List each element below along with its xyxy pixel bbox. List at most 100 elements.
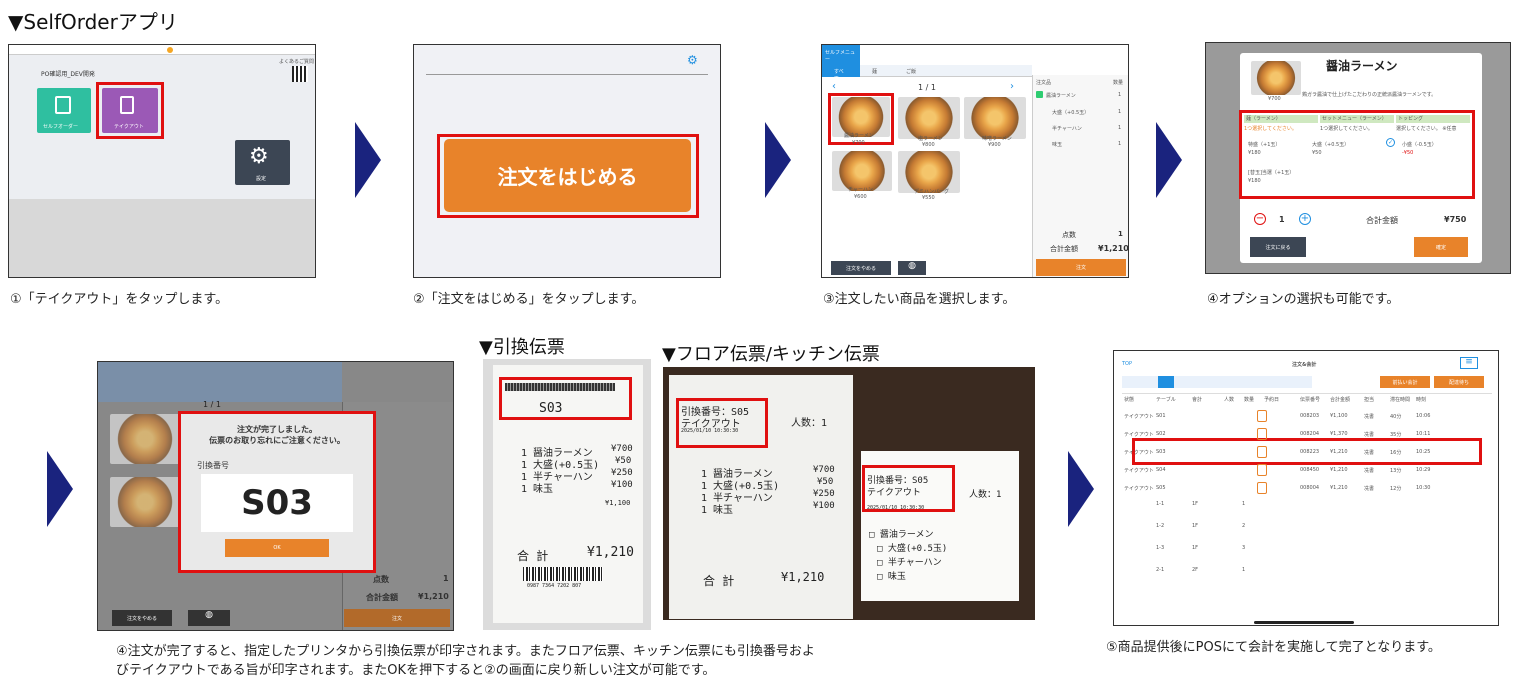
confirm-button[interactable]: 確定 — [1414, 237, 1468, 257]
option-price: -¥50 — [1402, 150, 1414, 156]
table-cell: 40分 — [1390, 414, 1402, 420]
slip-price: ¥100 — [611, 480, 633, 490]
item-name: 味噌ラーメン — [982, 136, 1012, 142]
cancel-order-button[interactable]: 注文をやめる — [112, 610, 172, 626]
menu-icon[interactable]: ≡ — [1460, 357, 1478, 369]
barcode-number: 0987 7364 7202 807 — [527, 583, 582, 589]
caption-5: ④注文が完了すると、指定したプリンタから引換伝票が印字されます。またフロア伝票、… — [116, 642, 1046, 680]
item-photo — [110, 477, 180, 527]
selforder-button[interactable]: セルフオーダー — [37, 88, 91, 133]
slip-price: ¥100 — [813, 501, 835, 511]
prepay-button[interactable]: 前払い会計 — [1380, 376, 1430, 388]
table-cell: S05 — [1156, 485, 1166, 491]
table-cell: ¥1,210 — [1330, 449, 1348, 455]
option-item[interactable]: 特盛（+1玉） — [1248, 141, 1280, 148]
next-page-icon[interactable]: › — [1010, 81, 1014, 92]
cart-header-qty: 数量 — [1113, 80, 1124, 86]
next-arrow-icon — [47, 451, 73, 527]
table-cell: S01 — [1156, 413, 1166, 419]
gear-icon: ⚙ — [249, 144, 269, 169]
col-header: 會計 — [1192, 397, 1203, 403]
prev-page-icon[interactable]: ‹ — [832, 81, 836, 92]
pos-header: 注文&会計 — [1292, 362, 1317, 368]
gear-icon[interactable]: ⚙ — [687, 53, 698, 67]
globe-icon[interactable]: ◍ — [188, 610, 230, 626]
table-cell: 10:11 — [1416, 431, 1431, 437]
takeout-icon — [120, 96, 134, 114]
item-photo[interactable] — [898, 97, 960, 139]
caption-3: ③注文したい商品を選択します。 — [823, 292, 1016, 307]
item-price: ¥600 — [854, 194, 867, 200]
slip-total: ¥1,210 — [587, 545, 634, 560]
start-order-button[interactable]: 注文をはじめる — [444, 139, 691, 212]
ok-button[interactable]: OK — [225, 539, 329, 557]
table-cell: 1-2 — [1156, 523, 1165, 529]
item-photo[interactable] — [964, 97, 1026, 139]
count-value: 1 — [443, 574, 449, 583]
table-cell: テイクアウト — [1124, 432, 1154, 438]
plus-icon[interactable]: + — [1299, 213, 1311, 225]
table-cell: 1F — [1192, 501, 1199, 507]
edit-icon[interactable] — [1036, 91, 1043, 98]
table-cell: S04 — [1156, 467, 1166, 473]
minus-icon[interactable]: − — [1254, 213, 1266, 225]
next-arrow-icon — [765, 122, 791, 198]
exchange-number: S03 — [201, 474, 353, 532]
top-link[interactable]: TOP — [1122, 361, 1132, 367]
option-item[interactable]: 小盛（-0.5玉） — [1402, 141, 1437, 148]
slip-subtotal: ¥1,100 — [605, 499, 631, 507]
option-item[interactable]: 大盛（+0.5玉） — [1312, 141, 1349, 148]
table-cell: 10:06 — [1416, 413, 1431, 419]
order-button[interactable]: 注文 — [1036, 259, 1126, 276]
slip-total-label: 合 計 — [517, 549, 549, 563]
count-label: 点数 — [1062, 231, 1076, 239]
takeout-button[interactable]: テイクアウト — [102, 88, 158, 133]
option-price: ¥50 — [1312, 150, 1322, 156]
table-cell: 12分 — [1390, 486, 1402, 492]
order-button[interactable]: 注文 — [344, 609, 450, 627]
slip-date: 2025/01/10 10:30:30 — [681, 428, 739, 434]
settings-button[interactable]: ⚙ 設定 — [235, 140, 290, 185]
total-label: 合計金額 — [366, 593, 398, 602]
option-item[interactable]: [替玉]当選（+1玉） — [1248, 169, 1294, 176]
cart-item: 大盛（+0.5玉） — [1052, 110, 1090, 116]
table-cell: テイクアウト — [1124, 450, 1154, 456]
tab-all[interactable]: すべて — [822, 65, 860, 82]
screen-start: ⚙ 注文をはじめる — [413, 44, 721, 278]
cancel-order-button[interactable]: 注文をやめる — [831, 261, 891, 275]
item-price: ¥700 — [852, 140, 865, 146]
item-photo[interactable] — [832, 97, 890, 137]
table-cell: 008450 — [1300, 467, 1320, 473]
table-cell: 1 — [1242, 501, 1246, 507]
option-group: トッピング — [1396, 115, 1470, 123]
item-photo[interactable] — [832, 151, 892, 191]
table-cell: 冼書 — [1364, 450, 1375, 456]
quantity-value: 1 — [1279, 215, 1285, 224]
next-arrow-icon — [355, 122, 381, 198]
item-photo — [110, 414, 180, 464]
caption-5-line-1: ④注文が完了すると、指定したプリンタから引換伝票が印字されます。またフロア伝票、… — [116, 644, 815, 659]
caption-4: ④オプションの選択も可能です。 — [1207, 292, 1400, 307]
tab-noodle[interactable]: 麺 — [872, 68, 877, 75]
cart-qty: 1 — [1118, 125, 1122, 131]
caption-5-line-2: びテイクアウトである旨が印字されます。またOKを押下すると②の画面に戻り新しい注… — [116, 663, 716, 678]
delivery-wait-button[interactable]: 配達待ち — [1434, 376, 1484, 388]
back-button[interactable]: 注文に戻る — [1250, 237, 1306, 257]
highlight-box — [1239, 110, 1475, 199]
cart-qty: 1 — [1118, 141, 1122, 147]
option-note: 1つ選択してください。 — [1320, 126, 1373, 132]
col-header: 担当 — [1364, 397, 1375, 403]
item-name: チャーハン — [848, 187, 873, 193]
table-cell: ¥1,100 — [1330, 413, 1348, 419]
count-value: 1 — [1118, 230, 1123, 238]
globe-icon[interactable]: ◍ — [898, 261, 926, 275]
tab-rice[interactable]: ご飯 — [906, 68, 916, 75]
table-cell: S02 — [1156, 431, 1166, 437]
dialog-message-1: 注文が完了しました。 — [237, 425, 317, 434]
slip-line: 1 味玉 — [521, 484, 554, 495]
col-header: 予約日 — [1264, 397, 1280, 403]
item-photo[interactable] — [898, 151, 960, 193]
option-note: 1つ選択してください。 — [1244, 126, 1297, 132]
next-arrow-icon — [1156, 122, 1182, 198]
table-cell: 1-3 — [1156, 545, 1165, 551]
